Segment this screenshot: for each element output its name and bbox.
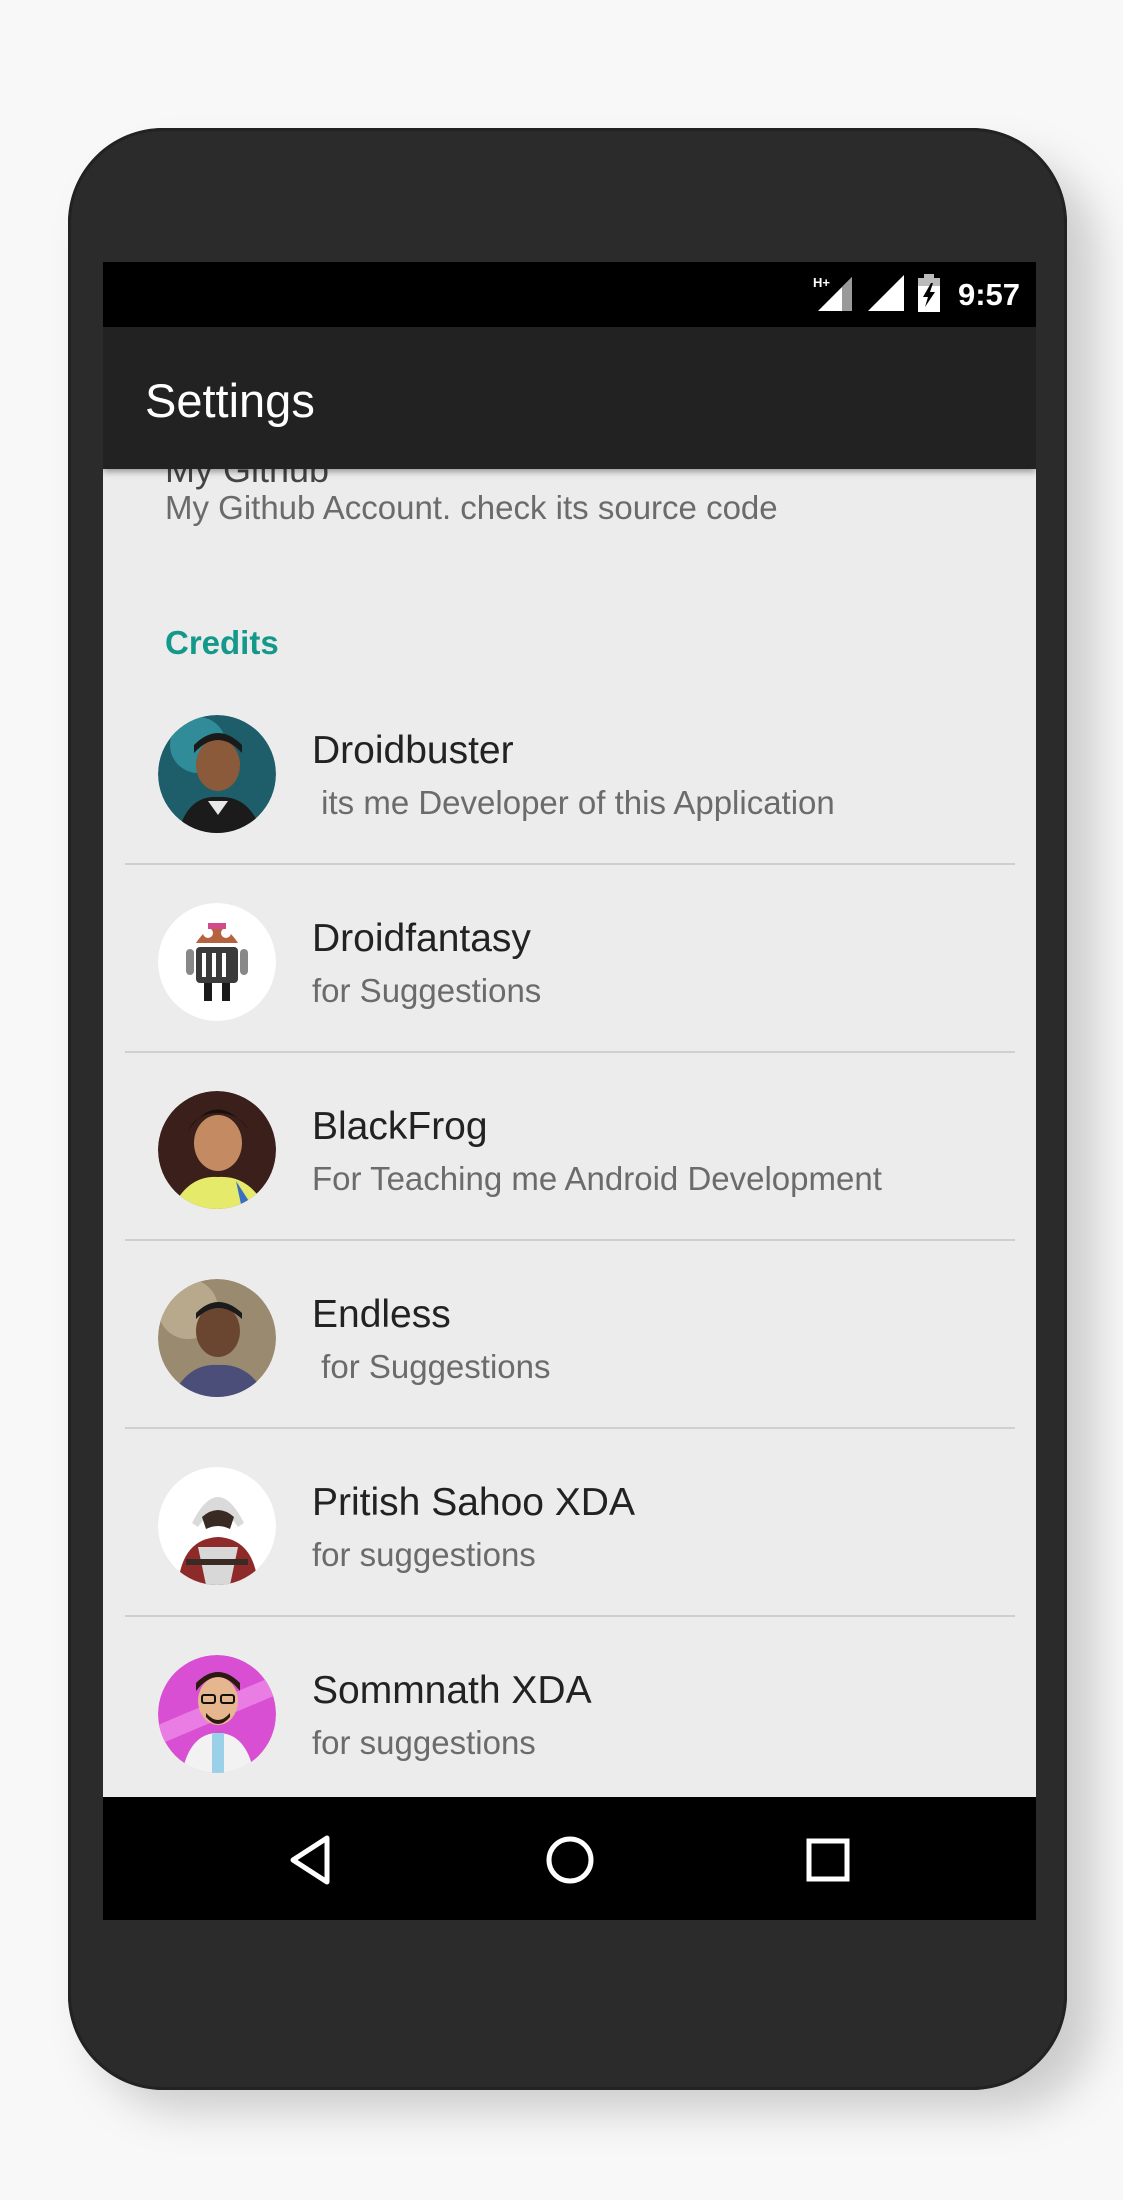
credit-name: Pritish Sahoo XDA <box>312 1481 635 1524</box>
preferences-list[interactable]: My Github My Github Account. check its s… <box>103 469 1036 1797</box>
credit-name: Droidbuster <box>312 729 514 772</box>
github-pref-title: My Github <box>165 469 330 490</box>
svg-text:H+: H+ <box>813 275 830 290</box>
avatar-pritish <box>158 1467 276 1585</box>
credit-name: BlackFrog <box>312 1105 488 1148</box>
navigation-bar <box>103 1797 1036 1920</box>
credit-item-droidbuster[interactable]: Droidbuster its me Developer of this App… <box>103 677 1036 865</box>
avatar-blackfrog <box>158 1091 276 1209</box>
credit-name: Endless <box>312 1293 451 1336</box>
credit-summary: for suggestions <box>312 1536 536 1573</box>
github-pref-summary[interactable]: My Github Account. check its source code <box>165 489 778 527</box>
back-icon[interactable] <box>281 1830 341 1890</box>
home-icon[interactable] <box>540 1830 600 1890</box>
hplus-signal-icon: H+ <box>812 273 856 318</box>
signal-icon <box>866 273 906 318</box>
avatar-endless <box>158 1279 276 1397</box>
credit-summary: For Teaching me Android Development <box>312 1160 882 1197</box>
credit-item-blackfrog[interactable]: BlackFrog For Teaching me Android Develo… <box>103 1053 1036 1241</box>
credit-summary: for Suggestions <box>312 1348 551 1385</box>
credit-summary: its me Developer of this Application <box>312 784 835 821</box>
credit-item-droidfantasy[interactable]: Droidfantasy for Suggestions <box>103 865 1036 1053</box>
credit-name: Sommnath XDA <box>312 1669 592 1712</box>
credit-item-endless[interactable]: Endless for Suggestions <box>103 1241 1036 1429</box>
status-time: 9:57 <box>957 277 1020 312</box>
page-title: Settings <box>145 374 315 427</box>
credit-summary: for Suggestions <box>312 972 542 1009</box>
status-icons: H+ 9:57 <box>812 273 1020 318</box>
credit-summary: for suggestions <box>312 1724 536 1761</box>
recents-icon[interactable] <box>798 1830 858 1890</box>
credit-name: Droidfantasy <box>312 917 531 960</box>
avatar-sommnath <box>158 1655 276 1773</box>
credits-category-title: Credits <box>165 624 279 661</box>
avatar-droidfantasy <box>158 903 276 1021</box>
status-bar: H+ 9:57 <box>103 262 1036 327</box>
credit-item-pritish[interactable]: Pritish Sahoo XDA for suggestions <box>103 1429 1036 1617</box>
credit-item-sommnath[interactable]: Sommnath XDA for suggestions <box>103 1617 1036 1797</box>
device-screen: H+ 9:57 Settings My Github My Github Acc… <box>103 262 1036 1920</box>
stage: H+ 9:57 Settings My Github My Github Acc… <box>0 0 1123 2200</box>
app-bar: Settings <box>103 327 1036 469</box>
avatar-droidbuster <box>158 715 276 833</box>
battery-charging-icon <box>916 273 942 318</box>
